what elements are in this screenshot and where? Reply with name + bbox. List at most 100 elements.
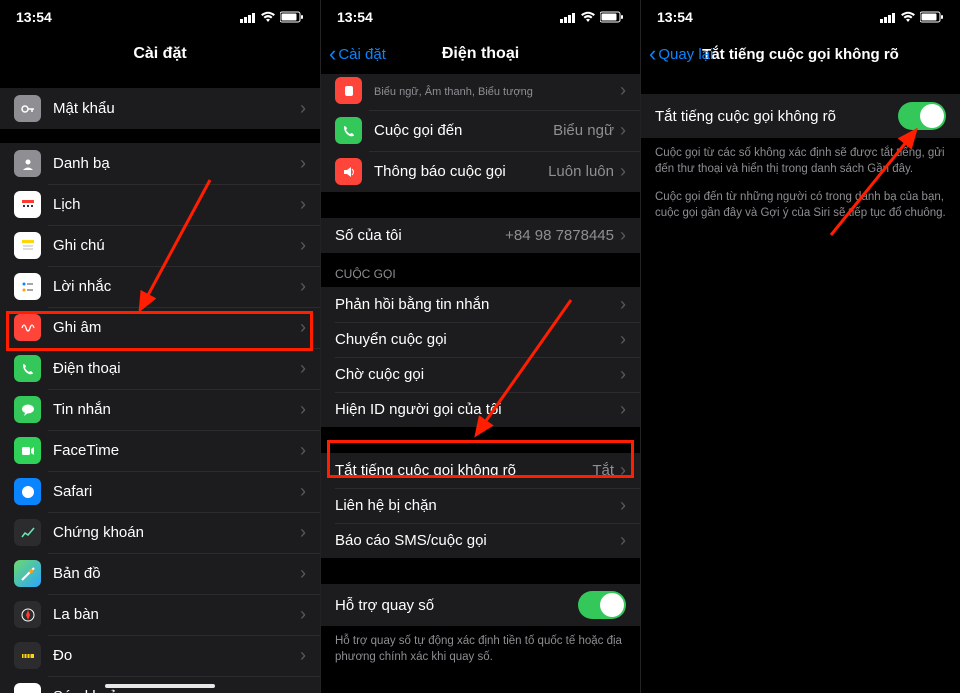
row-label: Danh bạ — [53, 155, 300, 172]
silence-unknown-toggle[interactable] — [898, 102, 946, 130]
silence-note-1: Cuộc gọi từ các số không xác định sẽ đượ… — [641, 138, 960, 189]
back-label: Cài đặt — [338, 46, 386, 63]
back-button[interactable]: ‹ Quay lại — [649, 43, 713, 65]
row-value: Biểu ngữ — [553, 122, 614, 139]
row-announce-calls[interactable]: Thông báo cuộc gọi Luôn luôn › — [321, 151, 640, 192]
measure-icon — [14, 642, 41, 669]
settings-row-compass[interactable]: La bàn › — [0, 594, 320, 635]
chevron-right-icon: › — [620, 161, 626, 182]
chevron-left-icon: ‹ — [649, 43, 656, 65]
row-label: Hỗ trợ quay số — [335, 597, 578, 614]
chevron-right-icon: › — [300, 98, 306, 119]
row-label: Mật khẩu — [53, 100, 300, 117]
row-blocked-contacts[interactable]: Liên hệ bị chặn › — [321, 488, 640, 523]
chevron-right-icon: › — [300, 276, 306, 297]
row-label: Báo cáo SMS/cuộc gọi — [335, 532, 620, 549]
health-icon — [14, 683, 41, 693]
row-label: Ghi âm — [53, 319, 300, 336]
settings-row-facetime[interactable]: FaceTime › — [0, 430, 320, 471]
chevron-right-icon: › — [620, 399, 626, 420]
row-my-number[interactable]: Số của tôi +84 98 7878445 › — [321, 218, 640, 253]
back-button[interactable]: ‹ Cài đặt — [329, 43, 386, 65]
settings-row-safari[interactable]: Safari › — [0, 471, 320, 512]
dial-assist-note: Hỗ trợ quay số tự động xác định tiền tố … — [321, 626, 640, 677]
status-indicators — [560, 11, 624, 23]
row-sub: Biểu ngữ, Âm thanh, Biểu tượng — [374, 86, 620, 98]
row-silence-unknown[interactable]: Tắt tiếng cuộc gọi không rõ Tắt › — [321, 453, 640, 488]
chevron-right-icon: › — [620, 364, 626, 385]
chevron-right-icon: › — [620, 294, 626, 315]
settings-row-phone[interactable]: Điện thoại › — [0, 348, 320, 389]
row-label: Tắt tiếng cuộc gọi không rõ — [335, 462, 592, 479]
row-respond-with-text[interactable]: Phản hồi bằng tin nhắn › — [321, 287, 640, 322]
chevron-right-icon: › — [620, 460, 626, 481]
settings-row-calendar[interactable]: Lịch › — [0, 184, 320, 225]
screen-silence-unknown: 13:54 ‹ Quay lại Tắt tiếng cuộc gọi khôn… — [640, 0, 960, 693]
chevron-right-icon: › — [300, 522, 306, 543]
row-label: Ghi chú — [53, 237, 300, 254]
notification-icon — [335, 77, 362, 104]
row-label: Sức khoẻ — [53, 688, 300, 693]
nav-header: Cài đặt — [0, 34, 320, 74]
status-bar: 13:54 — [0, 0, 320, 34]
row-call-waiting[interactable]: Chờ cuộc gọi › — [321, 357, 640, 392]
dial-assist-toggle[interactable] — [578, 591, 626, 619]
back-label: Quay lại — [658, 46, 713, 63]
row-label: Phản hồi bằng tin nhắn — [335, 296, 620, 313]
row-call-forwarding[interactable]: Chuyển cuộc gọi › — [321, 322, 640, 357]
row-label: Safari — [53, 483, 300, 500]
chevron-right-icon: › — [300, 645, 306, 666]
status-time: 13:54 — [16, 9, 52, 25]
chevron-right-icon: › — [620, 329, 626, 350]
row-label: Chuyển cuộc gọi — [335, 331, 620, 348]
chevron-right-icon: › — [620, 80, 626, 101]
chevron-right-icon: › — [300, 235, 306, 256]
row-notification-style[interactable]: Biểu ngữ, Âm thanh, Biểu tượng › — [321, 74, 640, 110]
row-label: Điện thoại — [53, 360, 300, 377]
calendar-icon — [14, 191, 41, 218]
settings-row-measure[interactable]: Đo › — [0, 635, 320, 676]
messages-icon — [14, 396, 41, 423]
settings-row-passwords[interactable]: Mật khẩu › — [0, 88, 320, 129]
settings-row-messages[interactable]: Tin nhắn › — [0, 389, 320, 430]
chevron-right-icon: › — [300, 686, 306, 693]
facetime-icon — [14, 437, 41, 464]
row-label: Chứng khoán — [53, 524, 300, 541]
contacts-icon — [14, 150, 41, 177]
row-value: Tắt — [592, 462, 614, 479]
screen-settings: 13:54 Cài đặt Mật khẩu › Danh bạ › Lịch … — [0, 0, 320, 693]
cellular-icon — [880, 12, 896, 23]
row-incoming-calls[interactable]: Cuộc gọi đến Biểu ngữ › — [321, 110, 640, 151]
page-title: Điện thoại — [442, 45, 519, 63]
chevron-right-icon: › — [620, 495, 626, 516]
maps-icon — [14, 560, 41, 587]
settings-row-notes[interactable]: Ghi chú › — [0, 225, 320, 266]
settings-row-contacts[interactable]: Danh bạ › — [0, 143, 320, 184]
screen-phone-settings: 13:54 ‹ Cài đặt Điện thoại Biểu ngữ, Âm … — [320, 0, 640, 693]
row-label: Lịch — [53, 196, 300, 213]
settings-row-reminders[interactable]: Lời nhắc › — [0, 266, 320, 307]
row-show-caller-id[interactable]: Hiện ID người gọi của tôi › — [321, 392, 640, 427]
row-label: Tin nhắn — [53, 401, 300, 418]
chevron-right-icon: › — [300, 481, 306, 502]
row-label: La bàn — [53, 606, 300, 623]
status-time: 13:54 — [337, 9, 373, 25]
chevron-right-icon: › — [300, 604, 306, 625]
chevron-right-icon: › — [300, 153, 306, 174]
wifi-icon — [900, 11, 916, 23]
reminders-icon — [14, 273, 41, 300]
chevron-right-icon: › — [620, 530, 626, 551]
speaker-icon — [335, 158, 362, 185]
row-dial-assist[interactable]: Hỗ trợ quay số — [321, 584, 640, 626]
settings-row-voicememos[interactable]: Ghi âm › — [0, 307, 320, 348]
status-bar: 13:54 — [641, 0, 960, 34]
chevron-left-icon: ‹ — [329, 43, 336, 65]
home-indicator — [105, 684, 215, 688]
status-time: 13:54 — [657, 9, 693, 25]
settings-row-stocks[interactable]: Chứng khoán › — [0, 512, 320, 553]
settings-row-maps[interactable]: Bản đồ › — [0, 553, 320, 594]
row-silence-toggle[interactable]: Tắt tiếng cuộc gọi không rõ — [641, 94, 960, 138]
row-report-sms[interactable]: Báo cáo SMS/cuộc gọi › — [321, 523, 640, 558]
row-label: Cuộc gọi đến — [374, 122, 553, 139]
wifi-icon — [580, 11, 596, 23]
